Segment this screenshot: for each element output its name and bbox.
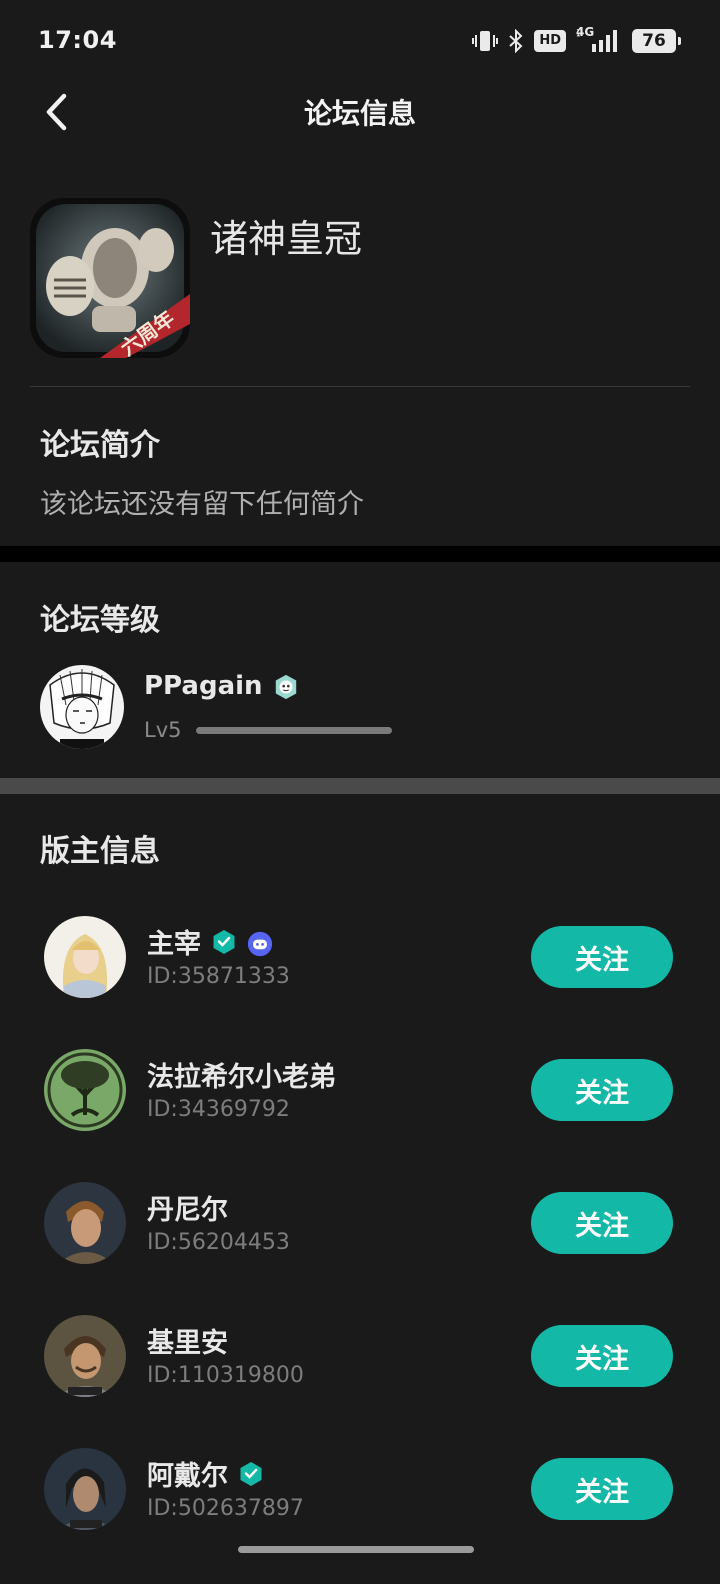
moderator-avatar[interactable] — [44, 1182, 126, 1264]
status-time: 17:04 — [38, 26, 117, 54]
verified-badge-icon — [238, 1461, 264, 1487]
forum-name: 诸神皇冠 — [210, 217, 363, 261]
moderator-name: 主宰 — [147, 922, 273, 961]
moderator-avatar[interactable] — [44, 1448, 126, 1530]
intro-section-title: 论坛简介 — [40, 428, 160, 463]
moderator-name-text: 法拉希尔小老弟 — [147, 1062, 336, 1093]
follow-button[interactable]: 关注 — [531, 1325, 673, 1387]
battery-indicator: 76 — [632, 29, 681, 53]
intro-text: 该论坛还没有留下任何简介 — [40, 489, 364, 520]
moderator-avatar[interactable] — [44, 1049, 126, 1131]
moderator-avatar[interactable] — [44, 916, 126, 998]
moderator-id: ID:35871333 — [147, 964, 290, 989]
hd-badge: HD — [534, 30, 566, 52]
level-row[interactable]: PPagain Lv5 — [40, 665, 680, 749]
moderator-id: ID:56204453 — [147, 1230, 290, 1255]
moderator-row[interactable]: 法拉希尔小老弟 ID:34369792 关注 — [0, 1049, 720, 1135]
vibrate-icon — [472, 29, 499, 53]
moderator-row[interactable]: 阿戴尔 ID:502637897 关注 — [0, 1448, 720, 1534]
follow-button[interactable]: 关注 — [531, 1192, 673, 1254]
moderator-id: ID:502637897 — [147, 1496, 304, 1521]
network-type: 4G — [576, 25, 595, 39]
level-avatar-badge-icon — [273, 673, 299, 700]
moderator-name: 阿戴尔 — [147, 1454, 264, 1493]
level-label: Lv5 — [144, 718, 182, 742]
page-title: 论坛信息 — [303, 97, 416, 130]
discord-icon — [247, 929, 273, 956]
signal-icon: 4G — [576, 25, 622, 54]
status-bar: 17:04 HD 4G 76 — [0, 0, 720, 80]
moderator-avatar[interactable] — [44, 1315, 126, 1397]
follow-button[interactable]: 关注 — [531, 1059, 673, 1121]
moderator-name: 基里安 — [147, 1321, 228, 1360]
moderator-id: ID:34369792 — [147, 1097, 290, 1122]
verified-badge-icon — [211, 929, 237, 955]
level-progress-fill — [196, 727, 392, 734]
moderator-name: 丹尼尔 — [147, 1188, 228, 1227]
section-separator — [0, 778, 720, 794]
moderator-name-text: 基里安 — [147, 1328, 228, 1359]
moderator-row[interactable]: 丹尼尔 ID:56204453 关注 — [0, 1182, 720, 1268]
section-separator — [0, 546, 720, 562]
divider — [30, 386, 690, 387]
bluetooth-icon — [508, 29, 524, 53]
moderator-row[interactable]: 基里安 ID:110319800 关注 — [0, 1315, 720, 1401]
follow-button[interactable]: 关注 — [531, 926, 673, 988]
level-progress-bar — [196, 727, 392, 734]
follow-button[interactable]: 关注 — [531, 1458, 673, 1520]
level-user-name: PPagain — [144, 671, 299, 701]
level-user-name-text: PPagain — [144, 671, 263, 701]
moderator-name-text: 阿戴尔 — [147, 1461, 228, 1492]
home-indicator[interactable] — [238, 1546, 474, 1553]
user-avatar[interactable] — [40, 665, 124, 749]
forum-icon: 六周年 — [30, 198, 190, 358]
forum-header: 六周年 诸神皇冠 — [30, 198, 690, 358]
moderator-name: 法拉希尔小老弟 — [147, 1055, 336, 1094]
status-icons: HD 4G 76 — [472, 25, 681, 56]
moderator-name-text: 主宰 — [147, 929, 201, 960]
moderator-name-text: 丹尼尔 — [147, 1195, 228, 1226]
nav-bar: 论坛信息 — [0, 80, 720, 142]
level-section-title: 论坛等级 — [40, 603, 160, 638]
moderator-row[interactable]: 主宰 ID:35871333 关注 — [0, 916, 720, 1002]
moderators-section-title: 版主信息 — [40, 834, 160, 869]
moderator-id: ID:110319800 — [147, 1363, 304, 1388]
